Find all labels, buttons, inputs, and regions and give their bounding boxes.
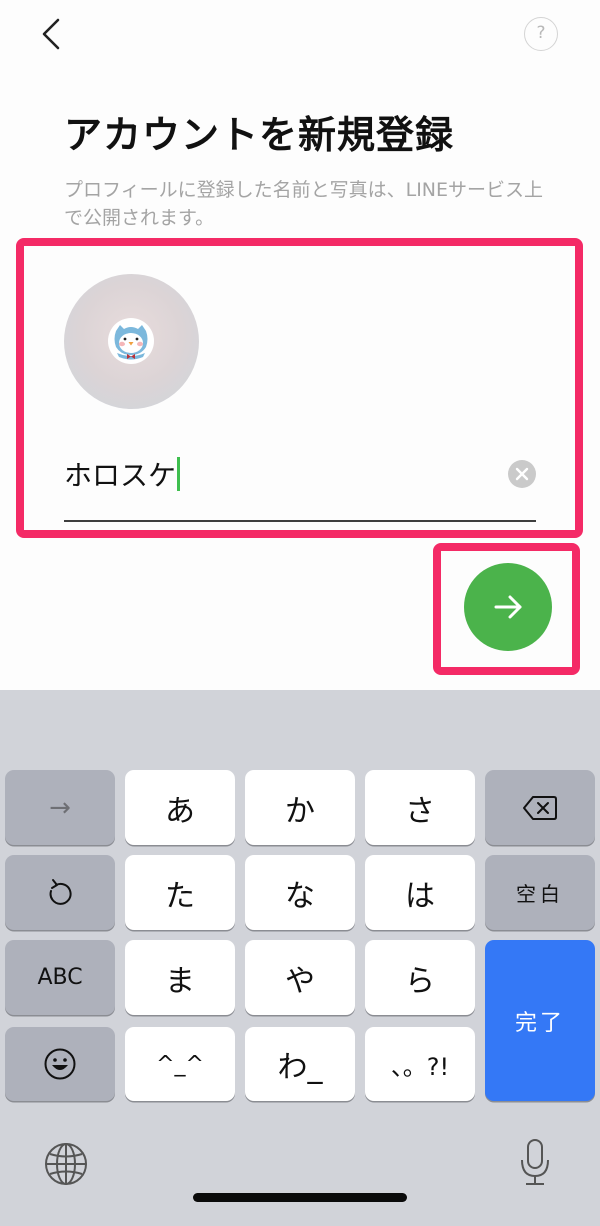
key-space[interactable]: 空白: [485, 855, 595, 930]
key-next-candidate-label: →: [49, 792, 71, 823]
next-button[interactable]: [464, 563, 552, 651]
key-label: な: [285, 878, 315, 914]
text-caret: [177, 457, 181, 491]
key-punctuation[interactable]: 、。?!: [365, 1027, 475, 1101]
key-ya[interactable]: や: [245, 940, 355, 1015]
back-button[interactable]: [36, 14, 72, 54]
microphone-button[interactable]: [518, 1138, 552, 1188]
key-done[interactable]: 完了: [485, 940, 595, 1101]
chevron-left-icon: [42, 18, 60, 50]
question-circle-icon: ?: [536, 23, 546, 43]
key-undo[interactable]: [5, 855, 115, 930]
name-field[interactable]: ホロスケ: [64, 440, 536, 522]
key-wa[interactable]: わ_: [245, 1027, 355, 1101]
home-indicator[interactable]: [193, 1193, 407, 1202]
key-sa[interactable]: さ: [365, 770, 475, 845]
arrow-right-icon: [494, 595, 522, 619]
key-next-candidate[interactable]: →: [5, 770, 115, 845]
backspace-icon: [523, 795, 557, 820]
key-done-label: 完了: [514, 1010, 565, 1036]
key-kaomoji[interactable]: ^_^: [125, 1027, 235, 1101]
keyboard: → あ か さ た な は 空白 ABC ま や ら 完了 ^_^ わ_ 、。?…: [0, 690, 600, 1226]
penguin-sticker-avatar-icon: [108, 318, 154, 364]
key-label: か: [285, 793, 315, 829]
key-ta[interactable]: た: [125, 855, 235, 930]
key-label: ^_^: [156, 1051, 204, 1077]
globe-icon: [45, 1143, 87, 1185]
key-ha[interactable]: は: [365, 855, 475, 930]
key-label: 、。?!: [390, 1052, 450, 1081]
key-label: は: [405, 878, 435, 914]
globe-button[interactable]: [44, 1142, 88, 1186]
key-space-label: 空白: [516, 882, 564, 906]
key-backspace[interactable]: [485, 770, 595, 845]
name-input[interactable]: ホロスケ: [64, 454, 181, 494]
key-abc[interactable]: ABC: [5, 940, 115, 1015]
name-input-value: ホロスケ: [64, 459, 177, 492]
key-label: あ: [165, 793, 195, 829]
key-label: わ_: [277, 1050, 323, 1085]
undo-icon: [49, 878, 72, 905]
key-label: ら: [405, 963, 435, 999]
microphone-icon: [521, 1139, 549, 1185]
key-label: さ: [405, 793, 435, 829]
page-title: アカウントを新規登録: [64, 113, 455, 157]
key-na[interactable]: な: [245, 855, 355, 930]
clear-circle-icon: [515, 467, 529, 481]
profile-avatar[interactable]: [64, 274, 199, 409]
help-button[interactable]: ?: [524, 17, 558, 51]
key-abc-label: ABC: [37, 965, 83, 990]
key-emoji[interactable]: [5, 1027, 115, 1101]
page-description: プロフィールに登録した名前と写真は、LINEサービス上で公開されます。: [64, 179, 544, 229]
key-label: た: [165, 878, 195, 914]
key-ma[interactable]: ま: [125, 940, 235, 1015]
key-ka[interactable]: か: [245, 770, 355, 845]
clear-button[interactable]: [508, 460, 536, 488]
key-label: ま: [165, 963, 195, 999]
key-ra[interactable]: ら: [365, 940, 475, 1015]
emoji-icon: [44, 1048, 76, 1080]
key-label: や: [285, 963, 315, 999]
key-a[interactable]: あ: [125, 770, 235, 845]
